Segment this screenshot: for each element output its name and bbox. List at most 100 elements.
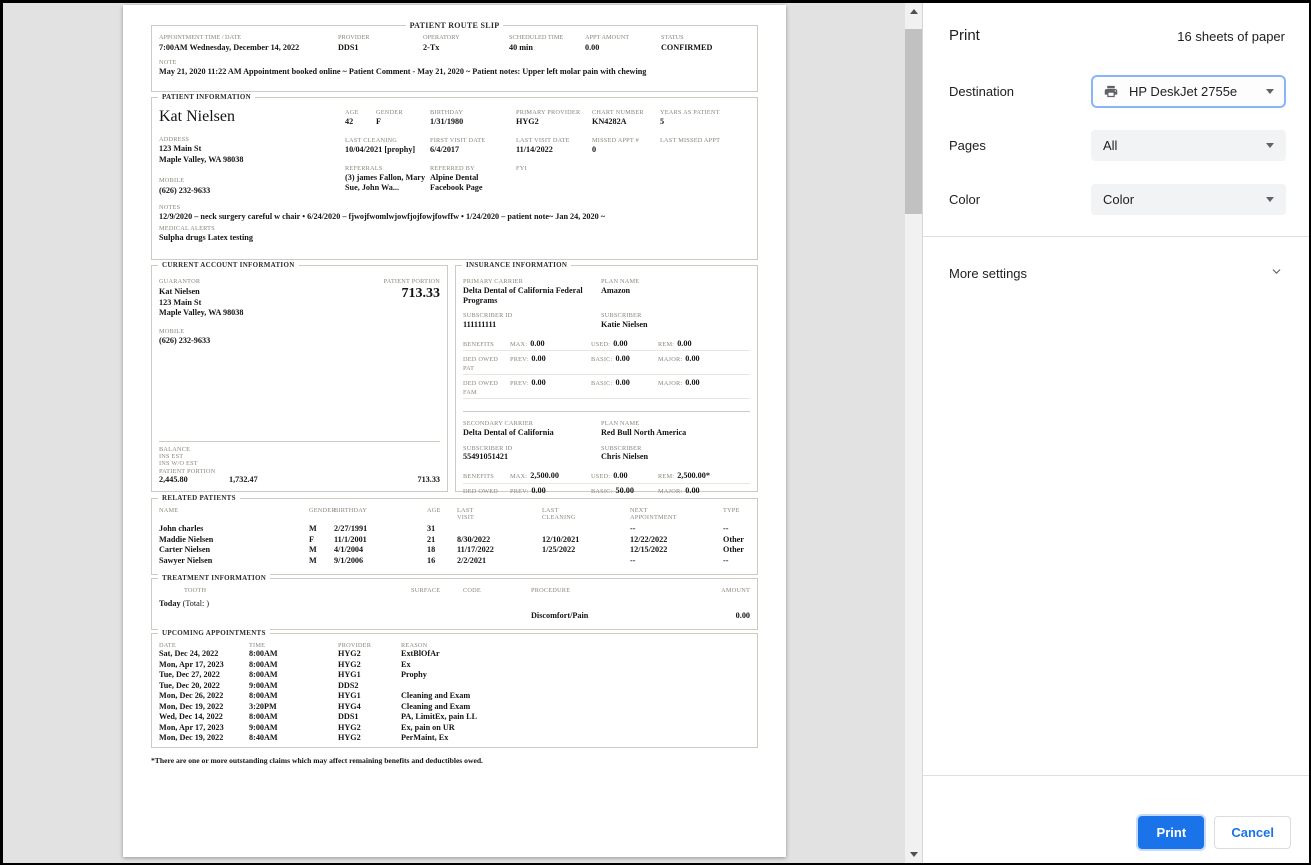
table-cell: CODE bbox=[463, 587, 531, 594]
settings-divider bbox=[923, 236, 1309, 237]
table-cell: 8:40AM bbox=[249, 733, 338, 744]
table-cell bbox=[542, 524, 630, 535]
table-cell: Ex, pain on UR bbox=[401, 723, 750, 734]
cancel-button[interactable]: Cancel bbox=[1214, 816, 1291, 849]
related-patients-header: NAMEGENDERBIRTHDAYAGELAST VISITLAST CLEA… bbox=[159, 507, 750, 521]
table-cell: REASON bbox=[401, 642, 750, 649]
table-cell: TYPE bbox=[723, 507, 750, 521]
treatment-header: TOOTHSURFACECODEPROCEDUREAMOUNT bbox=[159, 587, 750, 594]
table-cell: STATUS bbox=[661, 34, 750, 41]
table-cell: M bbox=[309, 556, 334, 567]
secondary-subscriber-label: SUBSCRIBER bbox=[601, 445, 750, 453]
patient-portion-bottom-value: 713.33 bbox=[417, 475, 440, 485]
spacer-cell bbox=[660, 165, 750, 173]
table-cell: Mon, Dec 19, 2022 bbox=[159, 702, 249, 713]
scrollbar-thumb[interactable] bbox=[905, 29, 922, 214]
table-cell: ExtBlOfAr bbox=[401, 649, 750, 660]
scrollbar-up-button[interactable] bbox=[905, 3, 922, 20]
table-cell: Sat, Dec 24, 2022 bbox=[159, 649, 249, 660]
table-cell: REM:0.00 bbox=[658, 339, 750, 348]
more-settings-toggle[interactable]: More settings bbox=[923, 250, 1309, 296]
account-mobile-label: MOBILE bbox=[159, 328, 440, 336]
table-cell: NAME bbox=[159, 507, 309, 521]
preview-scrollbar[interactable] bbox=[905, 3, 922, 863]
fyi-value bbox=[516, 173, 660, 194]
pages-label: Pages bbox=[949, 138, 986, 153]
patient-section-title: PATIENT INFORMATION bbox=[158, 93, 255, 101]
secondary-plan-label: PLAN NAME bbox=[601, 420, 750, 428]
last-missed-appt-label: LAST MISSED APPT bbox=[660, 137, 750, 145]
table-cell: BENEFITS bbox=[463, 339, 510, 348]
note-value: May 21, 2020 11:22 AM Appointment booked… bbox=[159, 67, 750, 77]
table-cell: PROCEDURE bbox=[531, 587, 690, 594]
table-cell: LAST VISIT bbox=[457, 507, 542, 521]
table-row: DATETIMEPROVIDERREASON bbox=[159, 642, 750, 649]
patient-details-grid: AGE GENDER BIRTHDAY PRIMARY PROVIDER CHA… bbox=[345, 109, 750, 196]
insurance-section-title: INSURANCE INFORMATION bbox=[462, 261, 571, 269]
appointment-summary-table: APPOINTMENT TIME / DATEPROVIDEROPERATORY… bbox=[159, 34, 750, 52]
table-cell: 11/17/2022 bbox=[457, 545, 542, 556]
pages-dropdown[interactable]: All bbox=[1091, 130, 1286, 161]
account-summary-row: BALANCEINS ESTINS W/O ESTPATIENT PORTION bbox=[159, 441, 440, 475]
treatment-row: Discomfort/Pain 0.00 bbox=[159, 611, 750, 620]
table-cell: BIRTHDAY bbox=[334, 507, 427, 521]
section-related-patients: RELATED PATIENTS NAMEGENDERBIRTHDAYAGELA… bbox=[151, 498, 758, 575]
patient-notes: NOTES 12/9/2020 – neck surgery careful w… bbox=[159, 204, 750, 243]
table-cell: PREV:0.00 bbox=[510, 354, 591, 372]
fyi-label: FYI bbox=[516, 165, 660, 173]
document-title: PATIENT ROUTE SLIP bbox=[406, 21, 504, 30]
referred-by-label: REFERRED BY bbox=[430, 165, 516, 173]
color-value: Color bbox=[1103, 192, 1134, 207]
primary-subscriber-id-label: SUBSCRIBER ID bbox=[463, 312, 601, 320]
table-cell: AMOUNT bbox=[690, 587, 750, 594]
table-cell: Cleaning and Exam bbox=[401, 691, 750, 702]
first-visit-value: 6/4/2017 bbox=[430, 145, 516, 155]
destination-dropdown[interactable]: HP DeskJet 2755e bbox=[1091, 75, 1286, 108]
section-upcoming-appointments: UPCOMING APPOINTMENTS DATETIMEPROVIDERRE… bbox=[151, 633, 758, 748]
section-insurance: INSURANCE INFORMATION PRIMARY CARRIER De… bbox=[455, 265, 758, 492]
table-cell: 1/25/2022 bbox=[542, 545, 630, 556]
table-cell: 8/30/2022 bbox=[457, 535, 542, 546]
birthday-value: 1/31/1980 bbox=[430, 117, 516, 127]
age-label: AGE bbox=[345, 109, 376, 117]
dropdown-caret-icon bbox=[1266, 143, 1274, 148]
table-cell: Tue, Dec 20, 2022 bbox=[159, 681, 249, 692]
table-cell: 9:00AM bbox=[249, 681, 338, 692]
table-cell: Ex bbox=[401, 660, 750, 671]
primary-subscriber-value: Katie Nielsen bbox=[601, 320, 750, 330]
secondary-carrier-label: SECONDARY CARRIER bbox=[463, 420, 601, 428]
table-cell: Tue, Dec 27, 2022 bbox=[159, 670, 249, 681]
table-cell: INS EST bbox=[159, 453, 229, 460]
table-cell: APPOINTMENT TIME / DATE bbox=[159, 34, 338, 41]
color-dropdown[interactable]: Color bbox=[1091, 184, 1286, 215]
table-cell: 0.00 bbox=[585, 43, 661, 52]
table-cell: USED:0.00 bbox=[591, 471, 658, 480]
related-patients-table: John charlesM2/27/199131----Maddie Niels… bbox=[159, 524, 750, 566]
secondary-subscriber-id-value: 55491051421 bbox=[463, 452, 601, 462]
guarantor-value: Kat Nielsen 123 Main St Maple Valley, WA… bbox=[159, 287, 440, 318]
table-cell: MAX:2,500.00 bbox=[510, 471, 591, 480]
spacer-cell bbox=[660, 173, 750, 194]
chart-number-value: KN4282A bbox=[592, 117, 660, 127]
primary-provider-value: HYG2 bbox=[516, 117, 592, 127]
primary-subscriber-label: SUBSCRIBER bbox=[601, 312, 750, 320]
table-cell: APPT AMOUNT bbox=[585, 34, 661, 41]
table-cell: 12/15/2022 bbox=[630, 545, 723, 556]
chart-number-label: CHART NUMBER bbox=[592, 109, 660, 117]
table-cell: NEXT APPOINTMENT bbox=[630, 507, 723, 521]
table-row: Maddie NielsenF11/1/2001218/30/202212/10… bbox=[159, 535, 750, 546]
table-cell: INS W/O EST bbox=[159, 460, 229, 467]
table-cell: -- bbox=[630, 556, 723, 567]
table-cell: -- bbox=[723, 524, 750, 535]
table-cell: PerMaint, Ex bbox=[401, 733, 750, 744]
patient-name: Kat Nielsen bbox=[159, 108, 345, 126]
color-label: Color bbox=[949, 192, 980, 207]
table-row: DED OWED PATPREV:0.00BASIC:0.00MAJOR:0.0… bbox=[463, 351, 750, 375]
print-preview-pane: PATIENT ROUTE SLIP APPOINTMENT TIME / DA… bbox=[3, 3, 905, 863]
print-button[interactable]: Print bbox=[1138, 816, 1204, 849]
table-cell: Mon, Dec 26, 2022 bbox=[159, 691, 249, 702]
table-row: NAMEGENDERBIRTHDAYAGELAST VISITLAST CLEA… bbox=[159, 507, 750, 521]
age-value: 42 bbox=[345, 117, 376, 127]
scrollbar-down-button[interactable] bbox=[905, 846, 922, 863]
table-cell: CONFIRMED bbox=[661, 43, 750, 52]
